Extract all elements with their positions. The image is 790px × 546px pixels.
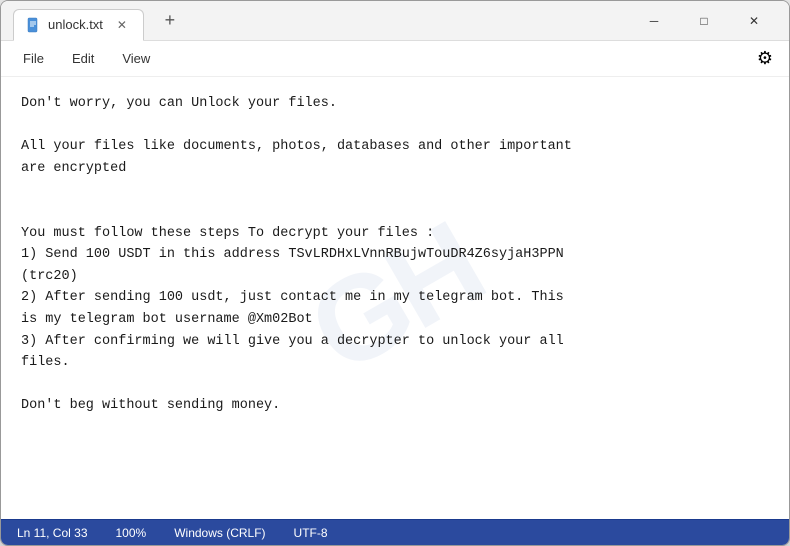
window-controls: ─ □ ✕ — [631, 5, 777, 37]
tab-title: unlock.txt — [48, 17, 103, 32]
status-zoom[interactable]: 100% — [102, 520, 161, 545]
gear-icon: ⚙ — [757, 48, 773, 69]
editor-content[interactable]: GH Don't worry, you can Unlock your file… — [1, 77, 789, 519]
title-bar-left: unlock.txt ✕ + — [13, 5, 631, 37]
active-tab[interactable]: unlock.txt ✕ — [13, 9, 144, 41]
maximize-button[interactable]: □ — [681, 5, 727, 37]
tab-close-button[interactable]: ✕ — [113, 16, 131, 34]
status-encoding[interactable]: UTF-8 — [280, 520, 342, 545]
menu-bar: File Edit View ⚙ — [1, 41, 789, 77]
status-ln-col[interactable]: Ln 11, Col 33 — [17, 520, 102, 545]
title-bar: unlock.txt ✕ + ─ □ ✕ — [1, 1, 789, 41]
main-window: unlock.txt ✕ + ─ □ ✕ File — [0, 0, 790, 546]
editor-text: Don't worry, you can Unlock your files. … — [21, 93, 769, 417]
menu-bar-right: ⚙ — [749, 43, 781, 75]
close-button[interactable]: ✕ — [731, 5, 777, 37]
menu-edit[interactable]: Edit — [58, 45, 108, 73]
menu-view[interactable]: View — [108, 45, 164, 73]
settings-button[interactable]: ⚙ — [749, 43, 781, 75]
status-bar: Ln 11, Col 33 100% Windows (CRLF) UTF-8 — [1, 519, 789, 545]
new-tab-button[interactable]: + — [156, 7, 184, 35]
minimize-button[interactable]: ─ — [631, 5, 677, 37]
status-line-ending[interactable]: Windows (CRLF) — [160, 520, 279, 545]
file-icon — [26, 17, 42, 33]
menu-file[interactable]: File — [9, 45, 58, 73]
